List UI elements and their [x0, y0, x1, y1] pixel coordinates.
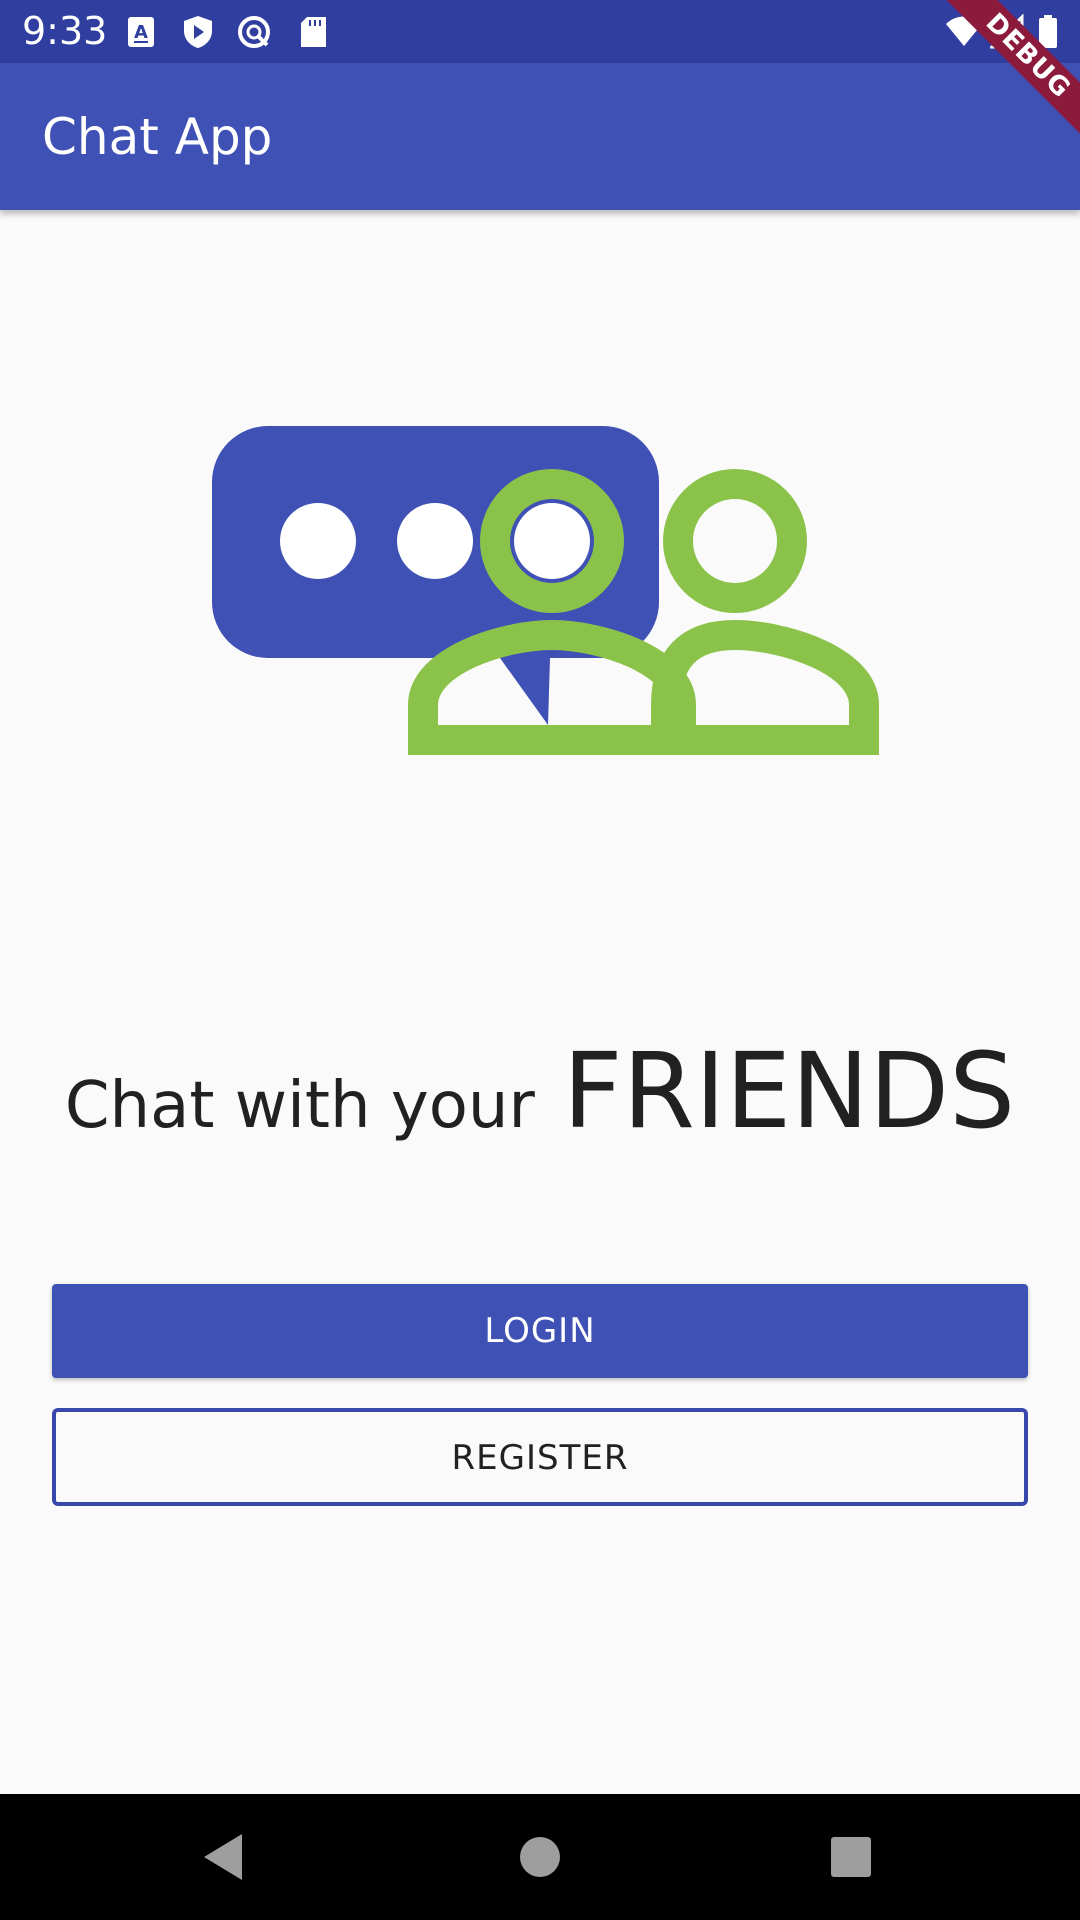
tagline-emphasis: FRIENDS: [562, 1030, 1016, 1152]
register-button[interactable]: REGISTER: [52, 1408, 1028, 1506]
app-title: Chat App: [42, 108, 273, 166]
tagline-prefix: Chat with your: [64, 1069, 535, 1143]
screen: 9:33 A Chat App DEBUG Chat with your FRI…: [0, 0, 1080, 1920]
status-time: 9:33: [22, 9, 108, 53]
back-icon[interactable]: [192, 1824, 258, 1890]
status-bar: 9:33 A: [0, 0, 1080, 63]
svg-text:A: A: [134, 22, 148, 43]
recents-icon[interactable]: [818, 1824, 884, 1890]
play-protect-icon: [180, 14, 216, 50]
app-bar: Chat App: [0, 63, 1080, 210]
sync-icon: [236, 14, 272, 50]
sd-card-icon: [296, 14, 332, 50]
navigation-bar: [0, 1794, 1080, 1920]
keyboard-a-icon: A: [124, 14, 160, 50]
chat-friends-illustration: [205, 420, 885, 760]
home-icon[interactable]: [507, 1824, 573, 1890]
tagline: Chat with your FRIENDS: [0, 1030, 1080, 1152]
login-button[interactable]: LOGIN: [52, 1284, 1028, 1378]
